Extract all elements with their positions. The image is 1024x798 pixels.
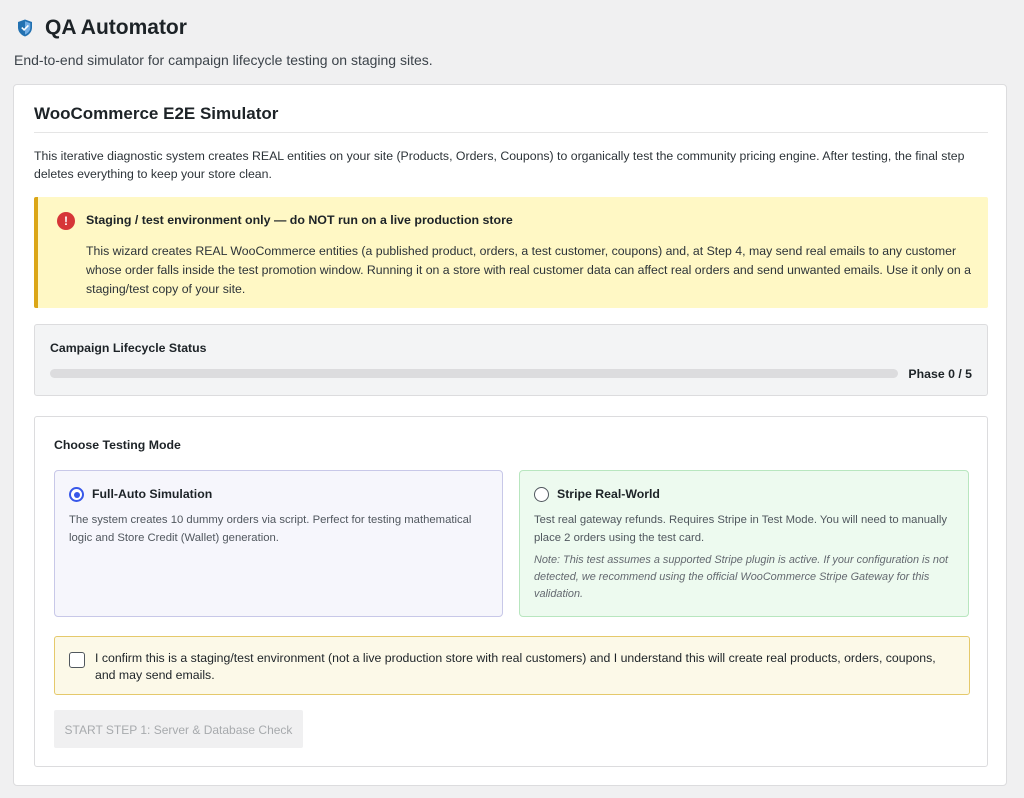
page-subtitle: End-to-end simulator for campaign lifecy… — [14, 52, 433, 68]
confirm-text[interactable]: I confirm this is a staging/test environ… — [95, 650, 955, 684]
stripe-option[interactable]: Stripe Real-World Test real gateway refu… — [519, 470, 969, 617]
stripe-radio[interactable] — [534, 487, 549, 502]
card-description: This iterative diagnostic system creates… — [34, 149, 965, 181]
stripe-title: Stripe Real-World — [557, 487, 660, 501]
stripe-description: Test real gateway refunds. Requires Stri… — [534, 514, 947, 544]
lifecycle-status: Campaign Lifecycle Status Phase 0 / 5 — [34, 324, 988, 396]
start-step-1-button[interactable]: START STEP 1: Server & Database Check — [54, 710, 303, 748]
card-title: WooCommerce E2E Simulator — [34, 104, 988, 133]
full-auto-option[interactable]: Full-Auto Simulation The system creates … — [54, 470, 503, 617]
page-title: QA Automator — [45, 16, 187, 39]
confirm-checkbox[interactable] — [69, 652, 85, 668]
warning-title: Staging / test environment only — do NOT… — [86, 213, 513, 227]
full-auto-radio[interactable] — [69, 487, 84, 502]
status-label: Campaign Lifecycle Status — [50, 341, 207, 355]
staging-confirmation: I confirm this is a staging/test environ… — [54, 636, 970, 695]
phase-text: Phase 0 / 5 — [908, 367, 972, 381]
shield-icon — [18, 19, 32, 37]
progress-bar — [50, 369, 898, 378]
stripe-note: Note: This test assumes a supported Stri… — [534, 554, 949, 600]
page-header: QA Automator — [15, 16, 187, 40]
error-icon: ! — [57, 212, 75, 230]
mode-heading: Choose Testing Mode — [54, 438, 181, 452]
warning-body: This wizard creates REAL WooCommerce ent… — [86, 244, 971, 296]
simulator-card: WooCommerce E2E Simulator This iterative… — [13, 84, 1007, 786]
testing-mode-section: Choose Testing Mode Full-Auto Simulation… — [34, 416, 988, 767]
staging-warning: ! Staging / test environment only — do N… — [34, 197, 988, 308]
full-auto-description: The system creates 10 dummy orders via s… — [69, 514, 472, 544]
full-auto-title: Full-Auto Simulation — [92, 487, 213, 501]
